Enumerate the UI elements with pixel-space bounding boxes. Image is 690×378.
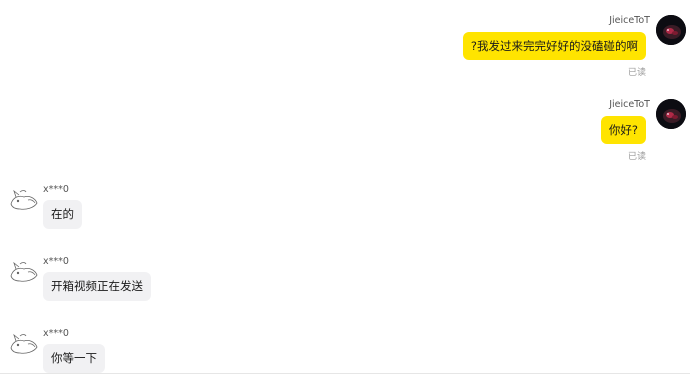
user-avatar[interactable] xyxy=(656,99,686,129)
message-outgoing: JieiceToT ?我发过来完完好好的没磕碰的啊 已读 xyxy=(266,15,686,79)
sender-name: x***0 xyxy=(43,256,69,267)
cat-sketch-avatar[interactable] xyxy=(8,184,40,212)
chat-thread: JieiceToT ?我发过来完完好好的没磕碰的啊 已读 JieiceToT 你… xyxy=(0,0,690,378)
message-incoming: x***0 开箱视频正在发送 xyxy=(8,256,208,304)
sender-name: x***0 xyxy=(43,184,69,195)
bottom-divider xyxy=(0,373,690,374)
message-incoming: x***0 你等一下 xyxy=(8,328,208,374)
message-incoming: x***0 在的 xyxy=(8,184,208,232)
message-bubble[interactable]: 你好? xyxy=(600,116,646,144)
message-bubble[interactable]: 开箱视频正在发送 xyxy=(43,272,151,301)
cat-sketch-avatar[interactable] xyxy=(8,256,40,284)
message-outgoing: JieiceToT 你好? 已读 xyxy=(486,99,686,163)
sender-name: x***0 xyxy=(43,328,69,339)
read-status: 已读 xyxy=(627,152,646,162)
message-bubble[interactable]: 你等一下 xyxy=(43,344,105,373)
read-status: 已读 xyxy=(627,68,646,78)
sender-name: JieiceToT xyxy=(609,99,650,110)
message-bubble[interactable]: 在的 xyxy=(43,200,82,229)
sender-name: JieiceToT xyxy=(609,15,650,26)
message-bubble[interactable]: ?我发过来完完好好的没磕碰的啊 xyxy=(462,32,646,60)
user-avatar[interactable] xyxy=(656,15,686,45)
cat-sketch-avatar[interactable] xyxy=(8,328,40,356)
